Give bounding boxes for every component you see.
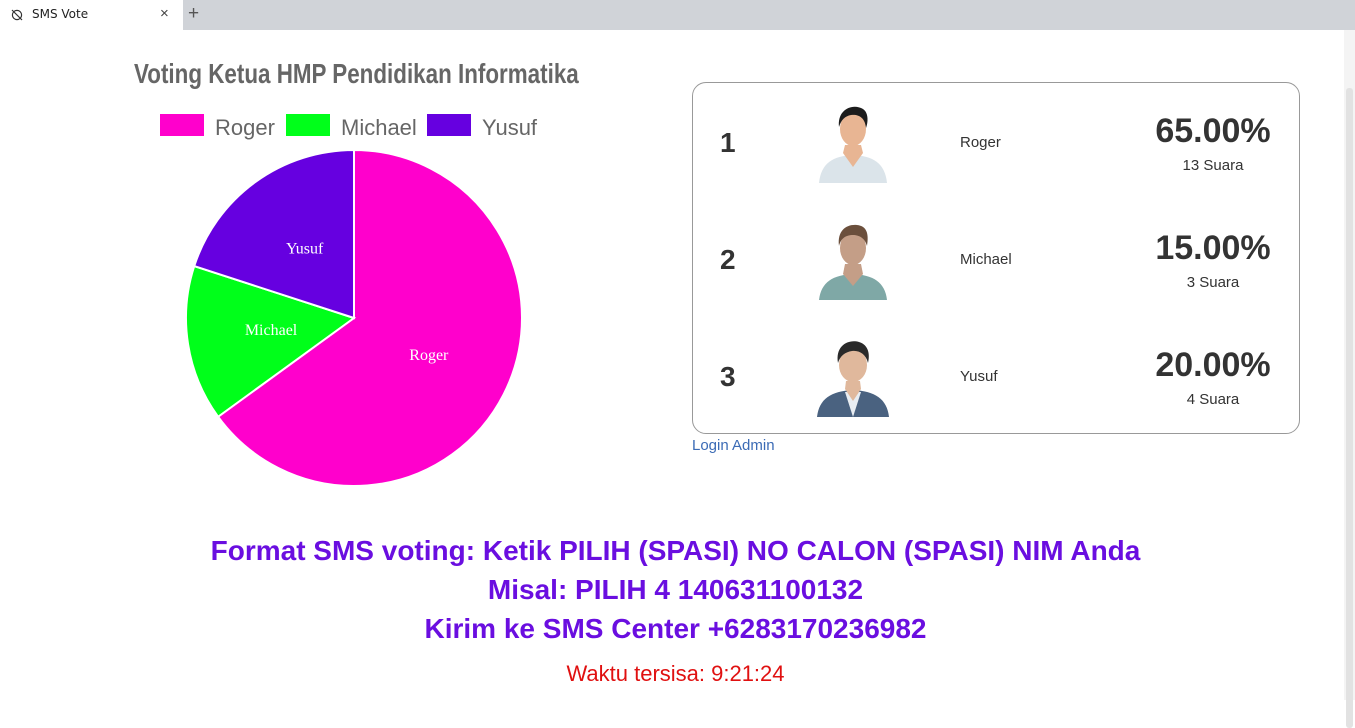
candidate-row: 2 Michael 15.00% 3 Suara bbox=[693, 200, 1301, 317]
candidate-name: Roger bbox=[960, 134, 1001, 151]
candidate-votes: 13 Suara bbox=[1182, 157, 1244, 174]
candidate-percent: 65.00% bbox=[1155, 112, 1271, 150]
pie-label-yusuf: Yusuf bbox=[286, 241, 324, 258]
candidate-row: 1 Roger 65.00% 13 Suara bbox=[693, 83, 1301, 200]
pie-label-roger: Roger bbox=[409, 347, 449, 364]
results-card: 1 Roger 65.00% 13 Suara 2 Michael 15.00%… bbox=[692, 82, 1300, 434]
man-teal-shirt-avatar-icon bbox=[819, 224, 887, 300]
man-white-shirt-avatar-icon bbox=[819, 106, 887, 183]
sms-center-text: Kirim ke SMS Center +6283170236982 bbox=[424, 613, 927, 644]
candidate-rank: 2 bbox=[720, 244, 736, 275]
candidate-row: 3 Yusuf 20.00% 4 Suara bbox=[693, 317, 1301, 434]
candidate-rank: 3 bbox=[720, 361, 736, 392]
sms-format-text: Format SMS voting: Ketik PILIH (SPASI) N… bbox=[210, 535, 1141, 566]
sms-example-text: Misal: PILIH 4 140631100132 bbox=[487, 574, 864, 605]
candidate-name: Michael bbox=[960, 251, 1012, 268]
countdown-timer: Waktu tersisa: 9:21:24 bbox=[566, 661, 785, 686]
login-admin-link[interactable]: Login Admin bbox=[692, 437, 775, 454]
pie-label-michael: Michael bbox=[245, 322, 298, 339]
candidate-rank: 1 bbox=[720, 127, 736, 158]
candidate-votes: 3 Suara bbox=[1186, 274, 1240, 291]
candidate-votes: 4 Suara bbox=[1186, 391, 1240, 408]
candidate-percent: 15.00% bbox=[1155, 229, 1271, 267]
man-suit-avatar-icon bbox=[817, 341, 889, 417]
pie-chart: Roger Michael Yusuf bbox=[185, 148, 523, 487]
candidate-name: Yusuf bbox=[960, 368, 998, 385]
candidate-percent: 20.00% bbox=[1155, 346, 1271, 384]
